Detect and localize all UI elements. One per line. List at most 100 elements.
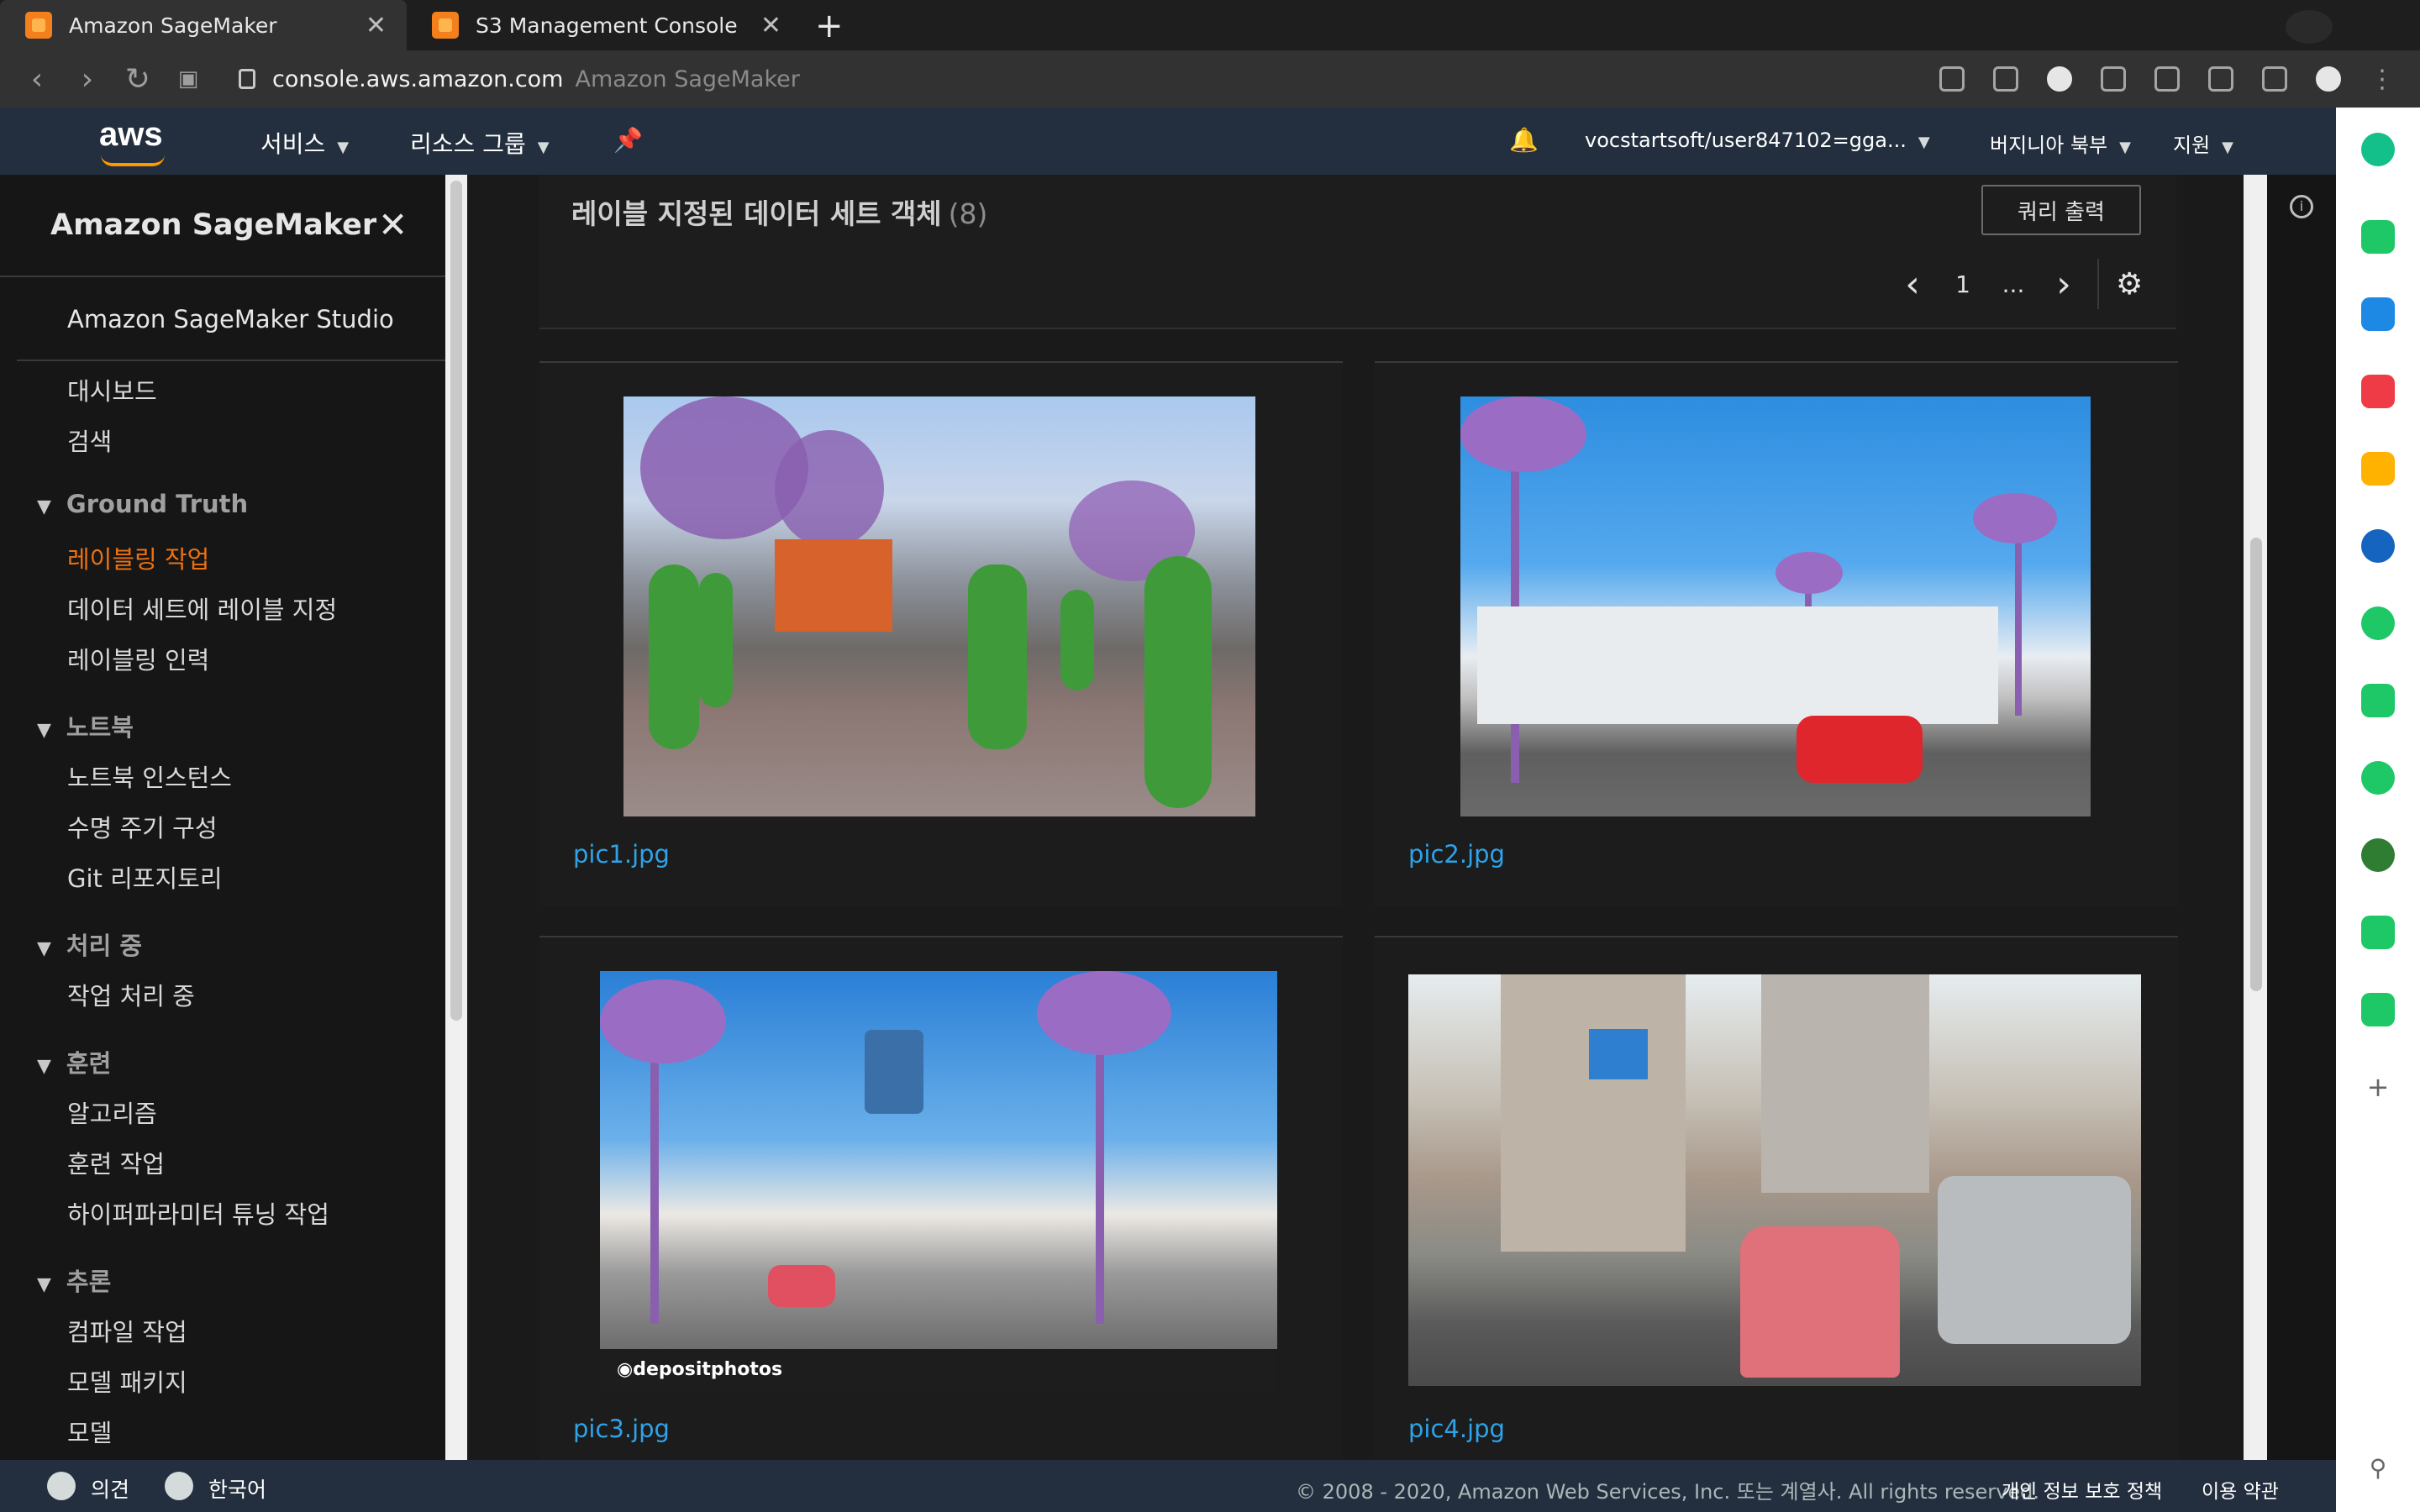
sidebar-item-label-datasets[interactable]: 데이터 세트에 레이블 지정 [67, 591, 337, 626]
sidebar-item-tuning-jobs[interactable]: 하이퍼파라미터 튜닝 작업 [67, 1195, 329, 1231]
services-menu[interactable]: 서비스 ▼ [260, 126, 349, 160]
dataset-object-card[interactable]: pic1.jpg [539, 361, 1343, 906]
next-page-button[interactable]: › [2039, 263, 2089, 306]
sidebar-item-notebook-instances[interactable]: 노트북 인스턴스 [67, 759, 232, 794]
image-filename-link[interactable]: pic2.jpg [1408, 840, 1505, 869]
add-extension-icon[interactable]: + [2361, 1070, 2395, 1104]
caret-down-icon: ▼ [37, 1274, 51, 1295]
prev-page-button[interactable]: ‹ [1887, 263, 1938, 306]
terms-link[interactable]: 이용 약관 [2202, 1475, 2279, 1504]
caret-down-icon: ▼ [37, 938, 51, 959]
twitter-icon[interactable] [2286, 10, 2333, 44]
bookmark-star-icon[interactable] [2361, 452, 2395, 486]
character-icon[interactable] [2361, 838, 2395, 872]
sidebar-item-lifecycle-configs[interactable]: 수명 주기 구성 [67, 809, 218, 844]
sidebar-section-notebook[interactable]: ▼ 노트북 [37, 708, 134, 743]
bell-icon[interactable]: 🔔 [1509, 126, 1539, 154]
download-icon[interactable] [2101, 66, 2126, 92]
mail-icon[interactable] [2361, 761, 2395, 795]
dataset-object-card[interactable]: pic4.jpg [1375, 936, 2178, 1460]
sidebar-item-training-jobs[interactable]: 훈련 작업 [67, 1145, 165, 1180]
info-icon[interactable]: i [2290, 195, 2313, 218]
labeled-image-thumbnail[interactable] [1408, 974, 2141, 1386]
translate-icon[interactable] [2361, 529, 2395, 563]
memo-icon[interactable] [2361, 684, 2395, 717]
tab-title: S3 Management Console [476, 13, 738, 38]
labeled-image-thumbnail[interactable]: ◉depositphotos [600, 971, 1277, 1391]
sidebar-item-studio[interactable]: Amazon SageMaker Studio [67, 305, 394, 333]
close-icon[interactable]: ✕ [366, 11, 387, 40]
resource-groups-menu[interactable]: 리소스 그룹 ▼ [410, 126, 550, 160]
divider [2097, 259, 2099, 309]
page-number[interactable]: 1 [1938, 270, 1988, 298]
main-scrollbar-thumb[interactable] [2250, 538, 2262, 991]
new-tab-button[interactable]: + [815, 7, 844, 45]
dataset-object-card[interactable]: pic2.jpg [1375, 361, 2178, 906]
sidebar-item-processing-jobs[interactable]: 작업 처리 중 [67, 977, 195, 1012]
sidebar-item-compilation-jobs[interactable]: 컴파일 작업 [67, 1313, 187, 1348]
forward-arrow-icon[interactable]: › [62, 62, 113, 97]
reload-icon[interactable]: ↻ [113, 62, 163, 97]
sidebar-item-labeling-workforces[interactable]: 레이블링 인력 [67, 641, 209, 676]
aws-logo[interactable]: aws [99, 116, 163, 154]
sidebar-section-training[interactable]: ▼ 훈련 [37, 1044, 111, 1079]
labeled-image-thumbnail[interactable] [623, 396, 1255, 816]
account-menu[interactable]: vocstartsoft/user847102=gga... ▼ [1585, 129, 1930, 152]
sidebar-section-ground-truth[interactable]: ▼ Ground Truth [37, 490, 248, 518]
gear-icon[interactable]: ⚙ [2116, 267, 2143, 302]
privacy-policy-link[interactable]: 개인 정보 보호 정책 [2002, 1475, 2162, 1504]
dataset-object-card[interactable]: ◉depositphotos pic3.jpg [539, 936, 1343, 1460]
segmentation-tree [775, 430, 884, 548]
camera-icon[interactable] [2154, 66, 2180, 92]
sidebar-item-algorithms[interactable]: 알고리즘 [67, 1095, 157, 1130]
url-host[interactable]: console.aws.amazon.com [272, 66, 563, 92]
menu-dots-icon[interactable]: ⋮ [2370, 65, 2395, 94]
image-filename-link[interactable]: pic4.jpg [1408, 1415, 1505, 1443]
building [1761, 974, 1929, 1193]
support-menu[interactable]: 지원 ▼ [2173, 129, 2233, 158]
extension-icon[interactable] [2047, 66, 2072, 92]
notion-icon[interactable]: ▣ [163, 66, 213, 92]
close-icon[interactable]: ✕ [760, 11, 781, 40]
segmentation-palm-crown [1776, 552, 1843, 594]
sidebar-section-processing[interactable]: ▼ 처리 중 [37, 927, 142, 962]
section-title: 추론 [66, 1268, 112, 1296]
sidebar-item-models[interactable]: 모델 [67, 1414, 112, 1449]
webtoon-icon[interactable] [2361, 993, 2395, 1026]
language-selector[interactable]: 한국어 [208, 1473, 266, 1504]
whale-icon[interactable] [2361, 133, 2395, 166]
back-arrow-icon[interactable]: ‹ [12, 62, 62, 97]
sidebar-item-model-packages[interactable]: 모델 패키지 [67, 1363, 187, 1399]
store-icon[interactable] [2361, 297, 2395, 331]
sidebar-item-labeling-jobs[interactable]: 레이블링 작업 [67, 540, 209, 575]
region-menu[interactable]: 버지니아 북부 ▼ [1990, 129, 2131, 158]
aws-console-footer: 의견 한국어 © 2008 - 2020, Amazon Web Service… [0, 1460, 2336, 1512]
pin-icon[interactable]: 📌 [613, 126, 643, 154]
reader-icon[interactable] [2208, 66, 2233, 92]
calendar-365-icon[interactable] [2361, 916, 2395, 949]
sidebar-section-inference[interactable]: ▼ 추론 [37, 1263, 111, 1298]
building [1477, 606, 1998, 724]
star-icon[interactable] [1993, 66, 2018, 92]
close-icon[interactable]: ✕ [378, 204, 408, 245]
play-icon[interactable] [2361, 606, 2395, 640]
pin-sidebar-icon[interactable]: ⚲ [2361, 1452, 2395, 1485]
notification-icon[interactable] [2361, 220, 2395, 254]
feedback-link[interactable]: 의견 [91, 1473, 129, 1504]
pocket-icon[interactable] [2361, 375, 2395, 408]
sidebar-icon[interactable] [2262, 66, 2287, 92]
query-output-button[interactable]: 쿼리 출력 [1981, 185, 2141, 235]
segmentation-palm-crown [600, 979, 726, 1063]
profile-avatar[interactable] [2316, 66, 2341, 92]
browser-tab-bar: Amazon SageMaker ✕ S3 Management Console… [0, 0, 2420, 50]
browser-tab-sagemaker[interactable]: Amazon SageMaker ✕ [0, 0, 407, 50]
browser-tab-s3[interactable]: S3 Management Console ✕ [407, 0, 802, 50]
shield-icon[interactable] [1939, 66, 1965, 92]
sidebar-item-git-repos[interactable]: Git 리포지토리 [67, 859, 223, 895]
sidebar-item-dashboard[interactable]: 대시보드 [67, 372, 157, 407]
labeled-image-thumbnail[interactable] [1460, 396, 2091, 816]
image-filename-link[interactable]: pic1.jpg [573, 840, 670, 869]
image-filename-link[interactable]: pic3.jpg [573, 1415, 670, 1443]
sidebar-scrollbar-thumb[interactable] [450, 181, 462, 1021]
sidebar-item-search[interactable]: 검색 [67, 423, 112, 458]
